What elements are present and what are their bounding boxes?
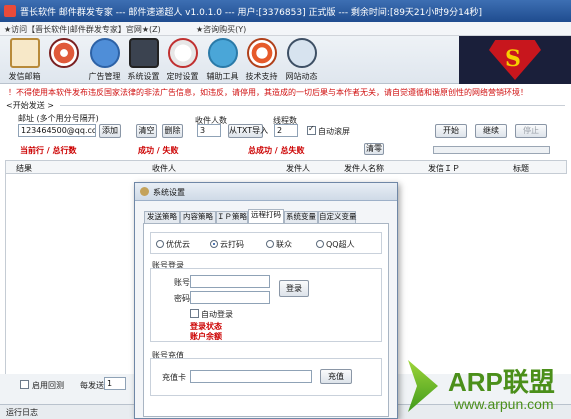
menu-item-purchase[interactable]: ★咨询购买(Y) xyxy=(196,24,246,35)
radio-youyouyun[interactable] xyxy=(156,240,164,248)
radio-qq-superman[interactable] xyxy=(316,240,324,248)
settings-dialog: 系统设置 发送策略 内容策略 ＩＰ策略 远程打码 系统变量 自定义变量 优优云 … xyxy=(134,182,398,419)
import-txt-button[interactable]: 从TXT导入 xyxy=(228,124,268,138)
title-bar: 晋长软件 邮件群发专家 --- 邮件速递超人 v1.0.1.0 --- 用户:[… xyxy=(0,0,571,22)
window-title: 晋长软件 邮件群发专家 --- 邮件速递超人 v1.0.1.0 --- 用户:[… xyxy=(20,8,483,18)
envelope-icon xyxy=(90,38,120,68)
per-send-label: 每发送 xyxy=(80,381,104,390)
account-balance: 账户余额 xyxy=(190,332,222,341)
tab-system-vars[interactable]: 系统变量 xyxy=(284,211,318,223)
auto-scroll-checkbox[interactable] xyxy=(307,124,316,135)
recharge-card-input[interactable] xyxy=(190,370,312,383)
radio-lianzhong[interactable] xyxy=(266,240,274,248)
send-section-title: <开始发送 > xyxy=(6,101,54,110)
lifebuoy-icon xyxy=(247,38,277,68)
recipients-count[interactable]: 3 xyxy=(197,124,221,137)
tools-button[interactable]: 辅助工具 xyxy=(203,38,242,82)
remote-captcha-panel: 优优云 云打码 联众 QQ超人 账号登录 账号 密码 登录 自动登录 登录状态 … xyxy=(143,223,389,417)
dialog-title: 系统设置 xyxy=(153,188,185,197)
password-input[interactable] xyxy=(190,291,270,304)
clear-button[interactable]: 清空 xyxy=(136,124,157,138)
column-recipient[interactable]: 收件人 xyxy=(152,163,176,174)
continue-button[interactable]: 继续 xyxy=(475,124,507,138)
column-result[interactable]: 结果 xyxy=(16,163,32,174)
record-icon xyxy=(49,38,79,68)
column-sender-name[interactable]: 发件人名称 xyxy=(344,163,384,174)
superman-banner: S xyxy=(459,36,571,84)
account-input[interactable] xyxy=(190,275,270,288)
section-divider xyxy=(60,105,565,106)
menu-bar: ★访问【晋长软件|邮件群发专家】官网★(Z) ★咨询购买(Y) xyxy=(0,22,571,36)
tab-send-strategy[interactable]: 发送策略 xyxy=(144,211,180,223)
mailbox-label: 邮址 (多个用分号隔开) xyxy=(18,114,99,123)
reset-zero-button[interactable]: 清零 xyxy=(364,143,384,155)
clock-icon xyxy=(168,38,198,68)
card-label: 充值卡 xyxy=(162,373,186,382)
stop-button[interactable]: 停止 xyxy=(515,124,547,138)
site-news-button[interactable]: 网站动态 xyxy=(282,38,321,82)
record-button[interactable] xyxy=(44,38,83,82)
system-settings-button[interactable]: 系统设置 xyxy=(124,38,163,82)
tech-support-button[interactable]: 技术支持 xyxy=(242,38,281,82)
warning-text: ！不得使用本软件发布违反国家法律的非法广告信息，如违反，请停用，其造成的一切后果… xyxy=(8,88,528,97)
enable-reply-checkbox[interactable] xyxy=(20,380,29,389)
result-table-header: 结果 收件人 发件人 发件人名称 发信ＩＰ 标题 xyxy=(5,160,567,174)
tab-ip-strategy[interactable]: ＩＰ策略 xyxy=(216,211,248,223)
run-log-label[interactable]: 运行日志 xyxy=(6,407,38,418)
progress-bar xyxy=(433,146,550,154)
start-button[interactable]: 开始 xyxy=(435,124,467,138)
column-sender-ip[interactable]: 发信ＩＰ xyxy=(428,163,460,174)
label-lianzhong: 联众 xyxy=(276,240,292,249)
threads-count[interactable]: 2 xyxy=(274,124,298,137)
label-youyouyun: 优优云 xyxy=(166,240,190,249)
tab-remote-captcha[interactable]: 远程打码 xyxy=(248,209,284,223)
column-sender[interactable]: 发件人 xyxy=(286,163,310,174)
sliders-icon xyxy=(129,38,159,68)
current-total-label: 当前行 / 总行数 xyxy=(20,146,77,155)
per-send-input[interactable]: 1 xyxy=(104,377,126,390)
login-button[interactable]: 登录 xyxy=(279,280,309,297)
schedule-settings-button[interactable]: 定时设置 xyxy=(163,38,202,82)
globe-icon xyxy=(287,38,317,68)
delete-button[interactable]: 删除 xyxy=(162,124,183,138)
add-button[interactable]: 添加 xyxy=(99,124,121,138)
banner-letter: S xyxy=(505,46,521,72)
success-fail-label: 成功 / 失败 xyxy=(138,146,179,155)
menu-item-official-site[interactable]: ★访问【晋长软件|邮件群发专家】官网★(Z) xyxy=(4,24,161,35)
watermark-url: www.arpun.com xyxy=(454,396,554,412)
recharge-button[interactable]: 充值 xyxy=(320,369,352,384)
password-label: 密码 xyxy=(174,294,190,303)
settings-icon xyxy=(140,187,149,196)
label-qq-superman: QQ超人 xyxy=(326,240,355,249)
enable-reply-label: 启用回测 xyxy=(32,381,64,390)
tab-custom-vars[interactable]: 自定义变量 xyxy=(318,211,357,223)
watermark-title: ARP联盟 xyxy=(448,367,555,397)
app-icon xyxy=(4,5,16,17)
total-success-fail-label: 总成功 / 总失败 xyxy=(248,146,305,155)
ad-manage-button[interactable]: 广告管理 xyxy=(85,38,124,82)
auto-login-checkbox[interactable] xyxy=(190,309,199,318)
play-arrow-icon xyxy=(408,360,438,412)
tools-icon xyxy=(208,38,238,68)
auto-login-label: 自动登录 xyxy=(201,310,233,319)
tab-content-strategy[interactable]: 内容策略 xyxy=(180,211,216,223)
dialog-title-bar: 系统设置 xyxy=(135,183,397,201)
account-label: 账号 xyxy=(174,278,190,287)
mailbox-input[interactable]: 123464500@qq.com xyxy=(18,124,96,137)
label-yundama: 云打码 xyxy=(220,240,244,249)
column-subject[interactable]: 标题 xyxy=(513,163,529,174)
arp-watermark-logo: ARP联盟 www.arpun.com xyxy=(404,358,571,419)
auto-scroll-label: 自动滚屏 xyxy=(318,127,350,136)
mail-sender-icon xyxy=(10,38,40,68)
radio-yundama[interactable] xyxy=(210,240,218,248)
mail-sender-button[interactable]: 发信邮箱 xyxy=(5,38,44,82)
